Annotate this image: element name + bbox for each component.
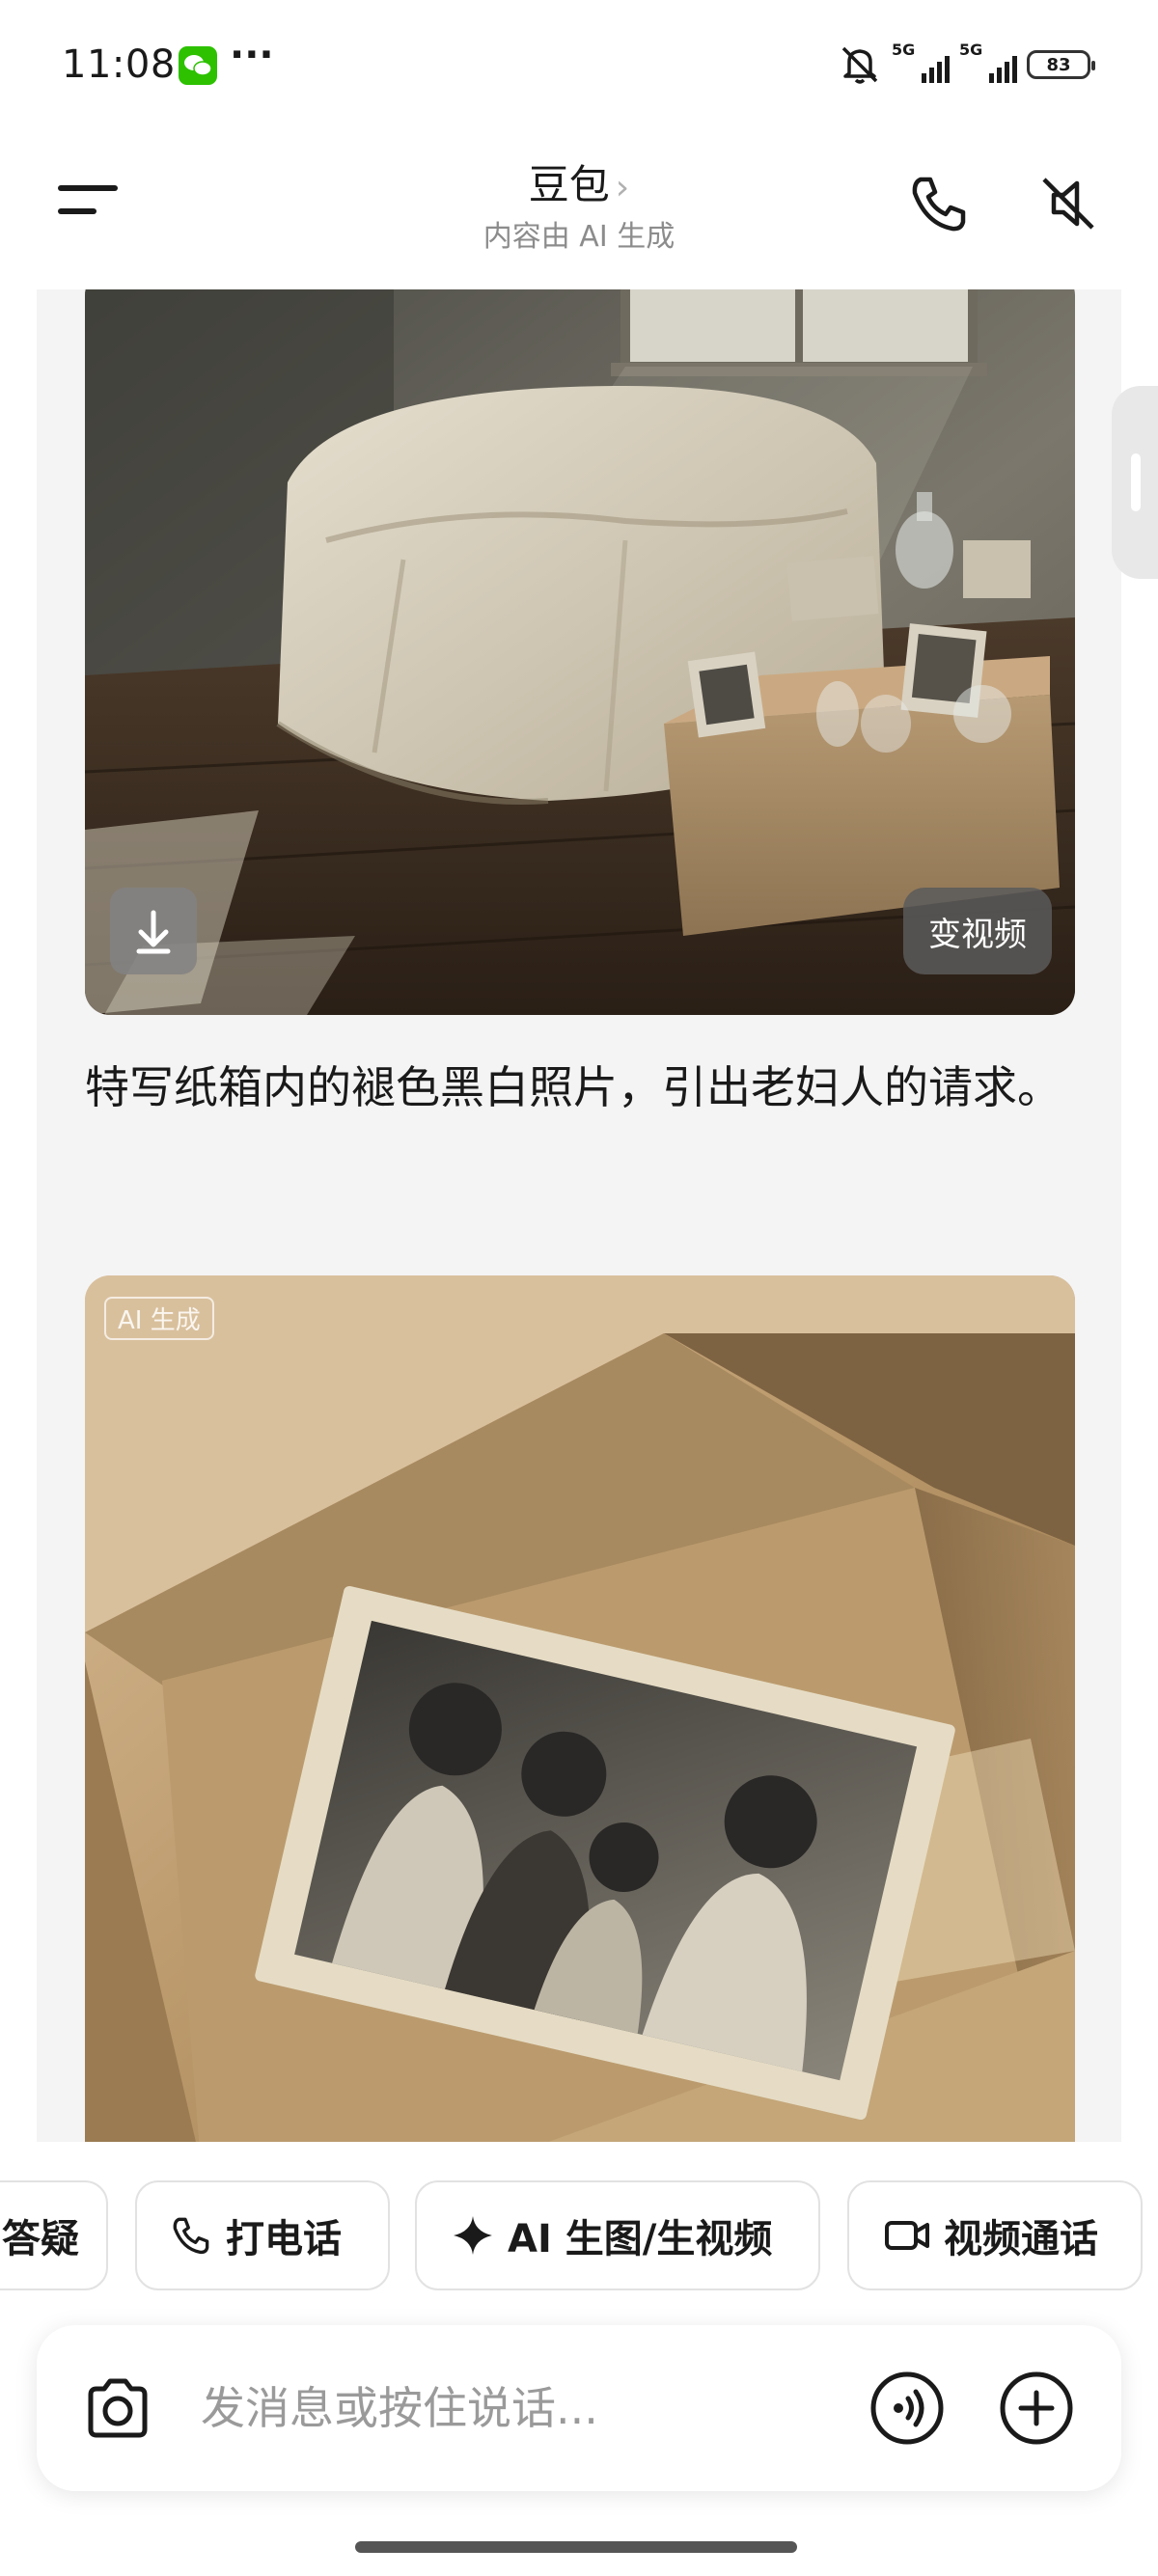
page-title-text: 豆包: [528, 161, 610, 208]
page-title[interactable]: 豆包 ›: [0, 152, 1158, 211]
plus-icon[interactable]: [998, 2370, 1075, 2447]
chip-ai-image-video[interactable]: AI 生图/生视频: [415, 2180, 820, 2290]
message-input-bar: [37, 2325, 1121, 2491]
status-more-icon: ···: [230, 33, 274, 77]
signal-icon-2: 5G: [959, 41, 1017, 85]
chip-label: AI 生图/生视频: [508, 2217, 773, 2261]
ai-generated-badge: AI 生成: [104, 1297, 214, 1340]
speaker-mute-icon[interactable]: [1036, 172, 1100, 235]
sparkle-icon: [454, 2216, 492, 2255]
convert-to-video-button[interactable]: 变视频: [903, 888, 1052, 974]
message-caption: 特写纸箱内的褪色黑白照片，引出老妇人的请求。: [85, 1061, 1062, 1113]
battery-icon: 83: [1027, 50, 1095, 79]
chip-label: 答疑: [2, 2217, 79, 2261]
chevron-right-icon: ›: [615, 168, 630, 207]
status-right: 5G 5G 83: [838, 41, 1095, 87]
video-camera-icon: [885, 2221, 929, 2250]
phone-icon: [173, 2217, 209, 2255]
generated-image-2[interactable]: AI 生成: [85, 1275, 1075, 2142]
status-time: 11:08: [62, 42, 176, 87]
message-input[interactable]: [201, 2373, 876, 2443]
chip-label: 视频通话: [944, 2217, 1098, 2261]
chip-label: 打电话: [226, 2217, 342, 2261]
voice-icon[interactable]: [868, 2370, 946, 2447]
wechat-icon: [179, 46, 217, 85]
quick-action-chips: 答疑 打电话 AI 生图/生视频 视频通话: [0, 2180, 1158, 2290]
generated-image-1[interactable]: 变视频: [85, 289, 1075, 1015]
chat-area[interactable]: 变视频 特写纸箱内的褪色黑白照片，引出老妇人的请求。 AI 生成: [37, 289, 1121, 2142]
chip-video-call[interactable]: 视频通话: [847, 2180, 1143, 2290]
download-button[interactable]: [110, 888, 197, 974]
chip-call[interactable]: 打电话: [135, 2180, 390, 2290]
chat-header: 豆包 › 内容由 AI 生成: [0, 125, 1158, 289]
side-scroll-handle[interactable]: [1112, 386, 1158, 579]
signal-icon: 5G: [892, 41, 950, 85]
page-subtitle: 内容由 AI 生成: [482, 220, 676, 254]
box-photo: [85, 1275, 1075, 2142]
bell-off-icon: [841, 46, 878, 84]
chip-qa[interactable]: 答疑: [0, 2180, 108, 2290]
phone-icon[interactable]: [907, 172, 971, 235]
download-icon: [136, 910, 171, 954]
status-bar: 11:08 ··· 5G 5G 83: [0, 0, 1158, 125]
camera-icon[interactable]: [81, 2371, 154, 2445]
home-indicator[interactable]: [355, 2541, 797, 2553]
